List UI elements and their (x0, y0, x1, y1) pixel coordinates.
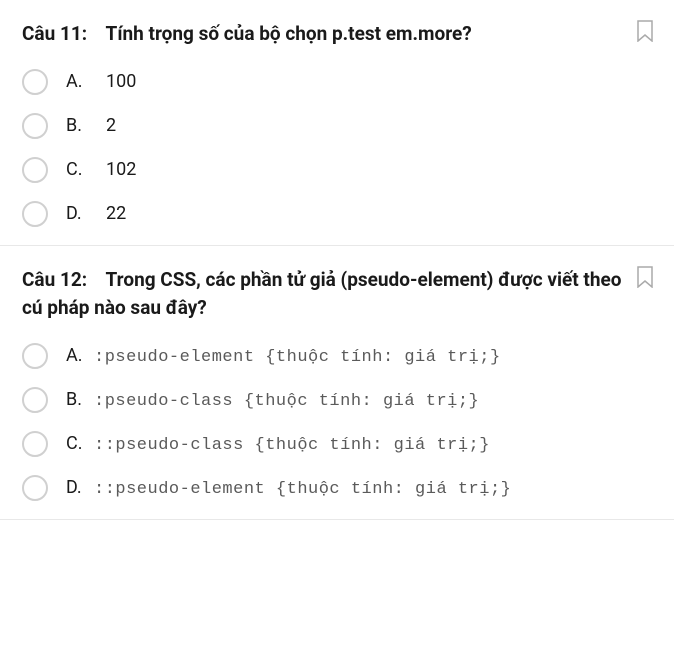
bookmark-icon[interactable] (636, 20, 654, 42)
option-text: :pseudo-class {thuộc tính: giá trị;} (94, 392, 479, 411)
question-block-11: Câu 11: Tính trọng số của bộ chọn p.test… (0, 0, 674, 246)
option-content: A. :pseudo-element {thuộc tính: giá trị;… (66, 345, 501, 367)
option-b[interactable]: B. 2 (22, 113, 652, 139)
question-block-12: Câu 12: Trong CSS, các phần tử giả (pseu… (0, 246, 674, 520)
option-d[interactable]: D. ::pseudo-element {thuộc tính: giá trị… (22, 475, 652, 501)
option-letter: B. (66, 115, 88, 136)
radio-icon (22, 387, 48, 413)
option-d[interactable]: D. 22 (22, 201, 652, 227)
option-letter: D. (66, 477, 88, 498)
option-a[interactable]: A. :pseudo-element {thuộc tính: giá trị;… (22, 343, 652, 369)
question-title: Câu 11: Tính trọng số của bộ chọn p.test… (22, 20, 652, 49)
question-number: Câu 12: (22, 268, 87, 291)
option-letter: D. (66, 203, 88, 224)
radio-icon (22, 69, 48, 95)
radio-icon (22, 431, 48, 457)
option-text: 22 (106, 203, 126, 224)
radio-icon (22, 157, 48, 183)
radio-icon (22, 343, 48, 369)
bookmark-icon[interactable] (636, 266, 654, 288)
question-text: Tính trọng số của bộ chọn p.test em.more… (106, 22, 472, 45)
option-text: ::pseudo-class {thuộc tính: giá trị;} (94, 436, 490, 455)
option-text: 102 (106, 159, 136, 180)
option-letter: B. (66, 389, 88, 410)
question-header: Câu 11: Tính trọng số của bộ chọn p.test… (22, 20, 652, 49)
radio-icon (22, 201, 48, 227)
question-text: Trong CSS, các phần tử giả (pseudo-eleme… (22, 268, 621, 320)
options-list: A. 100 B. 2 C. 102 D. 22 (22, 69, 652, 227)
question-title: Câu 12: Trong CSS, các phần tử giả (pseu… (22, 266, 652, 323)
question-header: Câu 12: Trong CSS, các phần tử giả (pseu… (22, 266, 652, 323)
option-text: :pseudo-element {thuộc tính: giá trị;} (94, 348, 501, 367)
radio-icon (22, 475, 48, 501)
option-b[interactable]: B. :pseudo-class {thuộc tính: giá trị;} (22, 387, 652, 413)
option-text: ::pseudo-element {thuộc tính: giá trị;} (94, 480, 511, 499)
option-text: 100 (106, 71, 136, 92)
option-c[interactable]: C. 102 (22, 157, 652, 183)
option-letter: C. (66, 159, 88, 180)
option-content: B. :pseudo-class {thuộc tính: giá trị;} (66, 389, 479, 411)
option-c[interactable]: C. ::pseudo-class {thuộc tính: giá trị;} (22, 431, 652, 457)
option-content: D. ::pseudo-element {thuộc tính: giá trị… (66, 477, 511, 499)
options-list: A. :pseudo-element {thuộc tính: giá trị;… (22, 343, 652, 501)
option-letter: A. (66, 345, 88, 366)
question-number: Câu 11: (22, 22, 87, 45)
option-letter: C. (66, 433, 88, 454)
option-text: 2 (106, 115, 116, 136)
radio-icon (22, 113, 48, 139)
option-content: C. ::pseudo-class {thuộc tính: giá trị;} (66, 433, 490, 455)
option-a[interactable]: A. 100 (22, 69, 652, 95)
option-letter: A. (66, 71, 88, 92)
